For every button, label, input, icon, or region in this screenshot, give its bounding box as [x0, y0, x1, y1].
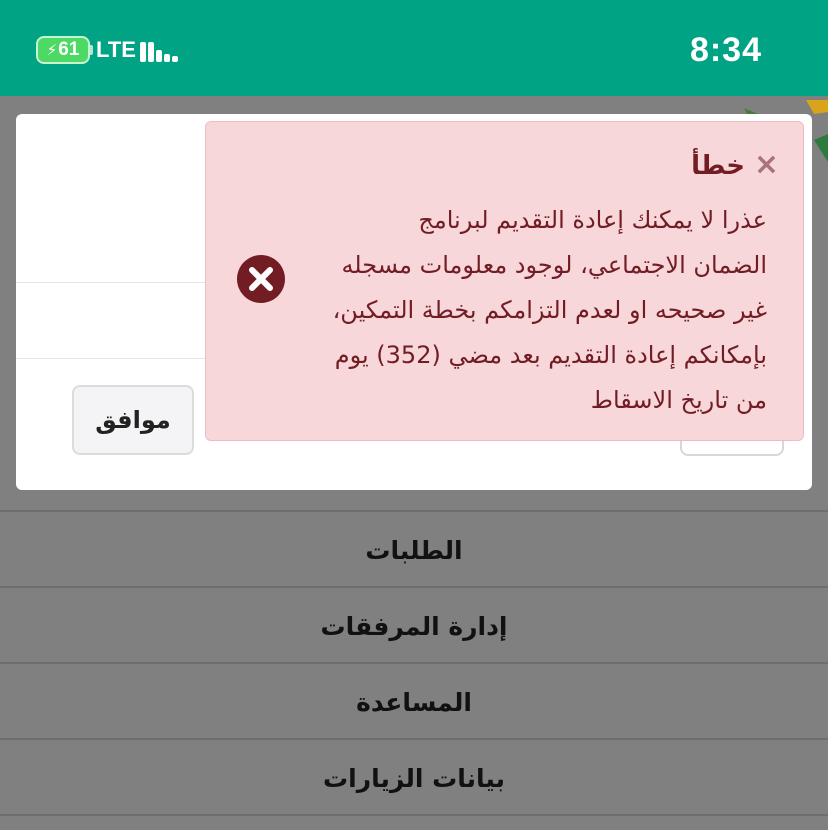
battery-indicator: ⚡ 61: [36, 36, 90, 64]
status-time: 8:34: [689, 31, 762, 69]
battery-tip: [90, 45, 93, 55]
network-type: LTE: [96, 37, 136, 62]
menu-divider: [0, 814, 828, 816]
menu-item-label: المساعدة: [356, 687, 472, 717]
error-alert: × خطأ عذرا لا يمكنك إعادة التقديم لبرنام…: [205, 121, 804, 441]
menu-item-label: إدارة المرفقات: [320, 611, 508, 641]
menu-item-help[interactable]: المساعدة: [0, 664, 828, 740]
charging-bolt-icon: ⚡: [46, 41, 58, 59]
menu-item-label: الطلبات: [365, 535, 463, 565]
battery-level: 61: [58, 39, 80, 60]
signal-strength-icon: [140, 38, 180, 62]
dialog-divider: [16, 358, 206, 359]
ok-button[interactable]: موافق: [72, 385, 194, 455]
menu-item-label: بيانات الزيارات: [323, 763, 505, 793]
menu-item-requests[interactable]: الطلبات: [0, 512, 828, 588]
alert-title: خطأ: [691, 151, 745, 181]
close-icon[interactable]: ×: [754, 150, 779, 180]
alert-message: عذرا لا يمكنك إعادة التقديم لبرنامج الضم…: [332, 206, 767, 414]
menu-item-visits[interactable]: بيانات الزيارات: [0, 740, 828, 816]
status-bar: ⚡ 61 LTE 8:34: [0, 0, 828, 96]
error-circle-x-icon: [237, 255, 285, 303]
ok-button-label: موافق: [95, 406, 171, 434]
menu-item-attachments[interactable]: إدارة المرفقات: [0, 588, 828, 664]
dialog-divider: [16, 282, 206, 283]
